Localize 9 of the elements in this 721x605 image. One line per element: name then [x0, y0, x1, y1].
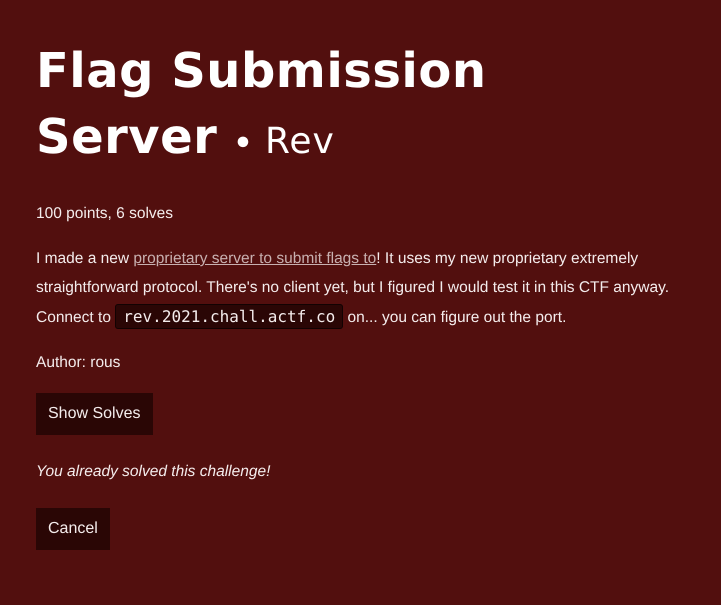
challenge-heading: Flag Submission Server • Rev: [36, 42, 488, 167]
challenge-author: Author: rous: [36, 353, 122, 373]
challenge-stats: 100 points, 6 solves: [36, 204, 174, 224]
show-solves-button[interactable]: Show Solves: [36, 393, 152, 435]
hostname-code: rev.2021.chall.actf.co: [115, 304, 344, 329]
challenge-description: I made a new proprietary server to submit flags to! It uses my new proprietary extremely straightforward protocol. There's no client yet, but I figured I would test it in this CTF anyway. Connect to rev.2021.chall.actf.co on... you can figure out the port.: [36, 244, 676, 332]
cancel-button[interactable]: Cancel: [36, 508, 110, 550]
solved-message: You already solved this challenge!: [36, 462, 272, 482]
description-link[interactable]: proprietary server to submit flags to: [133, 250, 376, 267]
